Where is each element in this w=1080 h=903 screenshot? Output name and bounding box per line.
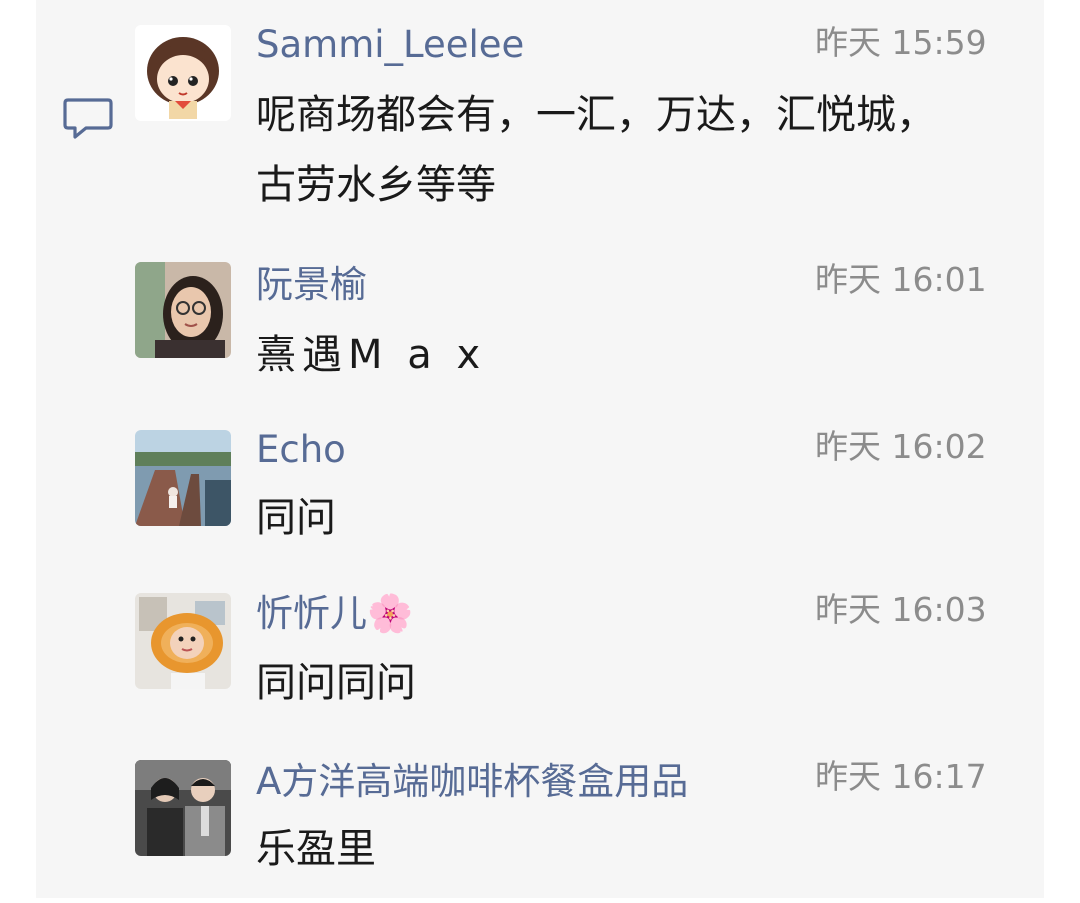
- commenter-name[interactable]: Sammi_Leelee: [256, 23, 524, 67]
- comment-item[interactable]: 阮景榆 昨天 16:01 熹遇M a x: [0, 240, 1080, 410]
- comment-text: 同问: [256, 495, 336, 541]
- commenter-name[interactable]: Echo: [256, 428, 346, 472]
- comment-time: 昨天 15:59: [815, 23, 987, 62]
- comment-time: 昨天 16:01: [815, 260, 987, 299]
- commenter-name[interactable]: 忻忻儿🌸: [256, 592, 413, 636]
- comment-time: 昨天 16:17: [815, 757, 987, 796]
- pier-landscape-avatar[interactable]: [135, 430, 231, 526]
- comment-time: 昨天 16:03: [815, 590, 987, 629]
- commenter-name[interactable]: 阮景榆: [256, 263, 367, 307]
- comment-text: 乐盈里: [256, 826, 376, 872]
- comment-text: 同问同问: [256, 660, 416, 706]
- cartoon-girl-avatar[interactable]: [135, 25, 231, 121]
- comment-item[interactable]: Echo 昨天 16:02 同问: [0, 408, 1080, 573]
- couple-photo-avatar[interactable]: [135, 760, 231, 856]
- commenter-name[interactable]: A方洋高端咖啡杯餐盒用品: [256, 760, 688, 804]
- comment-text: 呢商场都会有，一汇，万达，汇悦城，古劳水乡等等: [256, 92, 936, 208]
- donut-face-avatar[interactable]: [135, 593, 231, 689]
- comment-text: 熹遇M a x: [256, 332, 487, 378]
- comment-item[interactable]: 忻忻儿🌸 昨天 16:03 同问同问: [0, 573, 1080, 738]
- comment-item[interactable]: Sammi_Leelee 昨天 15:59 呢商场都会有，一汇，万达，汇悦城，古…: [0, 0, 1080, 240]
- woman-glasses-avatar[interactable]: [135, 262, 231, 358]
- comment-time: 昨天 16:02: [815, 427, 987, 466]
- comment-item[interactable]: A方洋高端咖啡杯餐盒用品 昨天 16:17 乐盈里: [0, 738, 1080, 898]
